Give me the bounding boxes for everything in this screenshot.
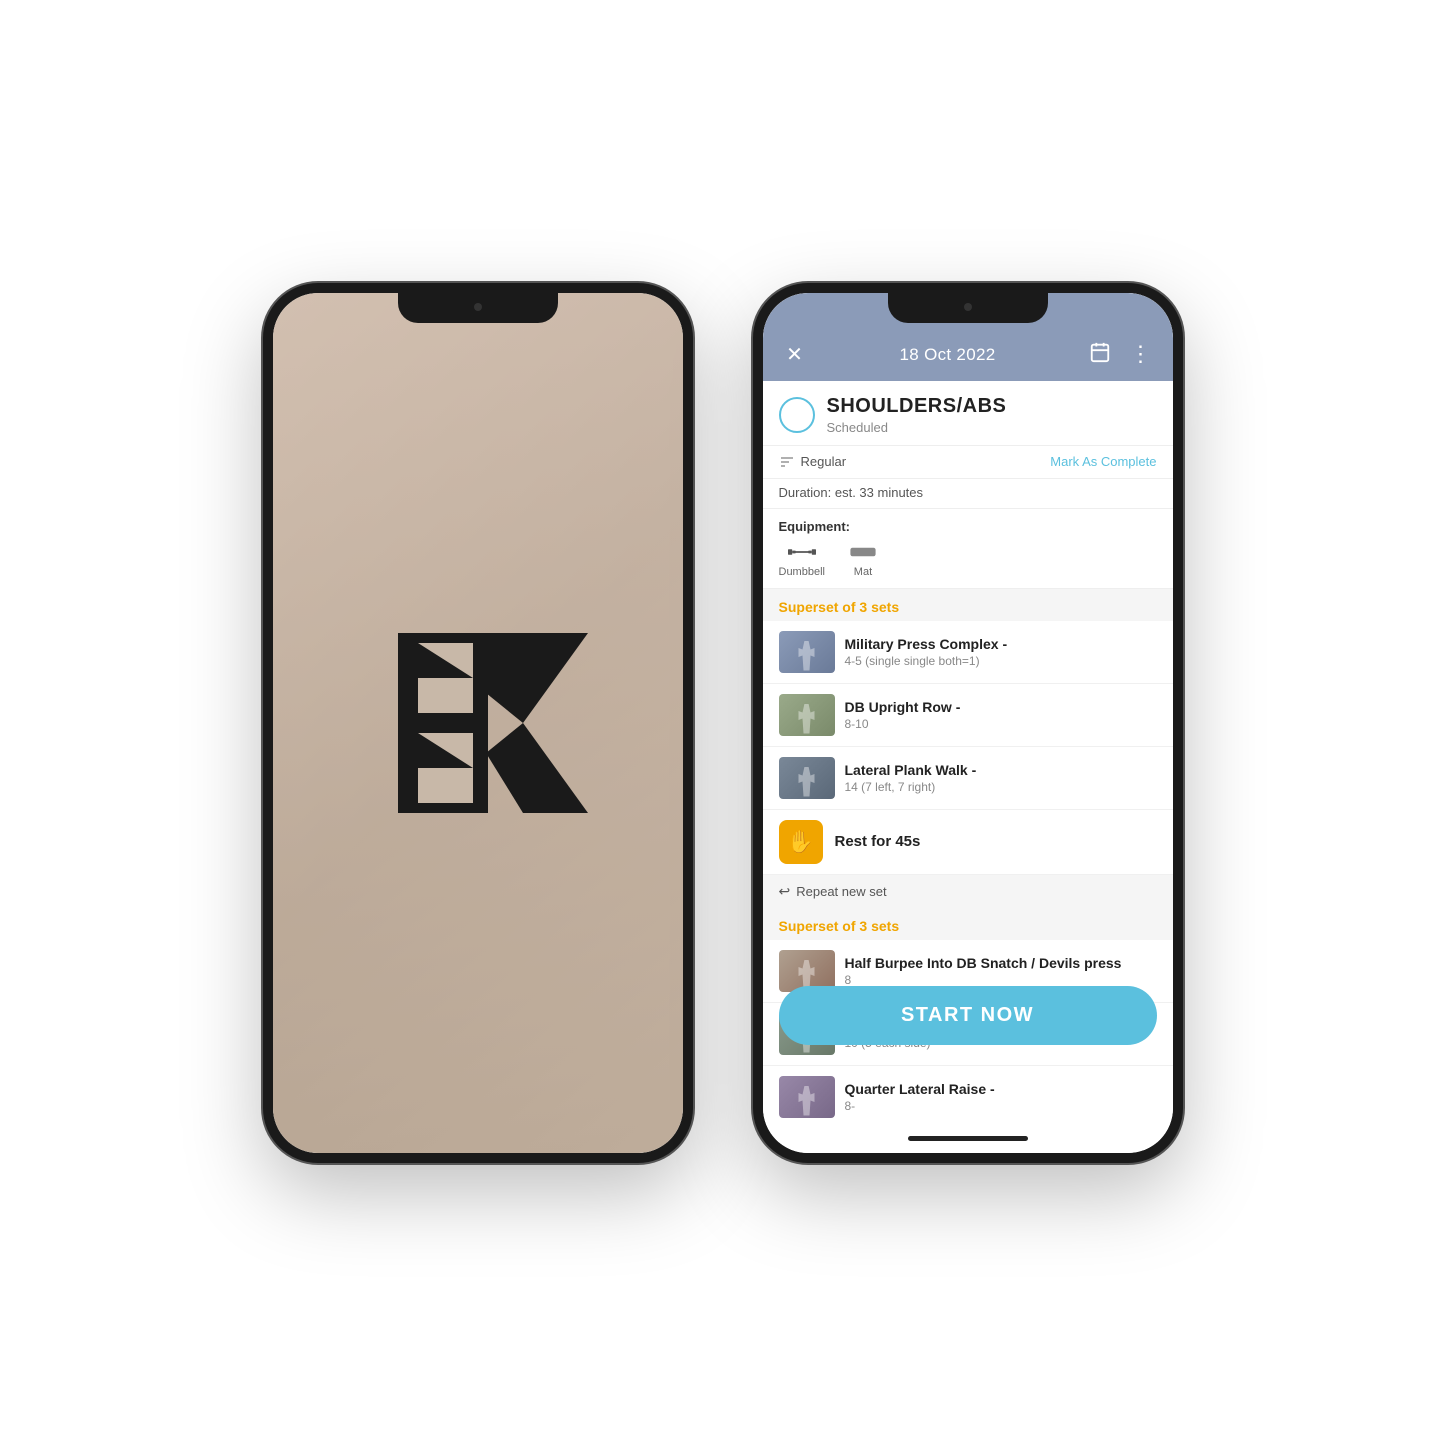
- hand-icon-1: ✋: [787, 829, 814, 855]
- dumbbell-label: Dumbbell: [779, 566, 825, 578]
- dumbbell-icon: [788, 542, 816, 562]
- exercise-4-detail: 8: [845, 973, 1157, 987]
- workout-content[interactable]: Superset of 3 sets Military Press Comple…: [763, 589, 1173, 1125]
- workout-header: SHOULDERS/ABS Scheduled: [763, 381, 1173, 446]
- left-phone: [263, 283, 693, 1163]
- rest-item-1: ✋ Rest for 45s: [763, 810, 1173, 875]
- equipment-section: Equipment: Dumbbell: [763, 509, 1173, 589]
- exercise-2-detail: 8-10: [845, 717, 1157, 731]
- repeat-row-1: ↩ Repeat new set: [763, 875, 1173, 908]
- equipment-label: Equipment:: [779, 519, 1157, 534]
- workout-type: Regular: [779, 454, 847, 470]
- rest-icon-box-1: ✋: [779, 820, 823, 864]
- k-logo: [368, 613, 588, 833]
- nav-date: 18 Oct 2022: [900, 345, 996, 365]
- workout-title: SHOULDERS/ABS: [827, 395, 1007, 418]
- exercise-6-info: Quarter Lateral Raise - 8-: [845, 1081, 1157, 1113]
- mark-complete-button[interactable]: Mark As Complete: [1050, 454, 1156, 469]
- exercise-1-name: Military Press Complex -: [845, 636, 1157, 652]
- exercise-6-thumbnail: [779, 1076, 835, 1118]
- exercise-3-detail: 14 (7 left, 7 right): [845, 780, 1157, 794]
- exercise-2-info: DB Upright Row - 8-10: [845, 699, 1157, 731]
- status-bar: [763, 293, 1173, 333]
- exercise-6-name: Quarter Lateral Raise -: [845, 1081, 1157, 1097]
- duration-text: Duration: est. 33 minutes: [779, 485, 924, 500]
- exercise-lateral-plank-walk[interactable]: Lateral Plank Walk - 14 (7 left, 7 right…: [763, 747, 1173, 810]
- exercise-2-name: DB Upright Row -: [845, 699, 1157, 715]
- exercise-db-upright-row[interactable]: DB Upright Row - 8-10: [763, 684, 1173, 747]
- exercise-6-detail: 8-: [845, 1099, 1157, 1113]
- top-navigation: ✕ 18 Oct 2022 ⋮: [763, 333, 1173, 381]
- equipment-dumbbell: Dumbbell: [779, 542, 825, 578]
- exercise-3-thumbnail: [779, 757, 835, 799]
- home-indicator: [908, 1136, 1028, 1141]
- info-row: Regular Mark As Complete: [763, 446, 1173, 479]
- right-phone: ✕ 18 Oct 2022 ⋮ SHOULDERS/ABS Sche: [753, 283, 1183, 1163]
- more-icon[interactable]: ⋮: [1124, 341, 1156, 369]
- mat-icon: [849, 542, 877, 562]
- repeat-icon-1: ↩: [779, 883, 791, 900]
- close-button[interactable]: ✕: [779, 342, 811, 367]
- exercise-quarter-lateral-raise[interactable]: Quarter Lateral Raise - 8-: [763, 1066, 1173, 1125]
- duration-row: Duration: est. 33 minutes: [763, 479, 1173, 509]
- superset-1-header: Superset of 3 sets: [763, 589, 1173, 621]
- equipment-list: Dumbbell Mat: [779, 542, 1157, 578]
- start-now-container: START NOW: [779, 986, 1157, 1045]
- sort-icon: [779, 454, 795, 470]
- exercise-2-thumbnail: [779, 694, 835, 736]
- start-now-button[interactable]: START NOW: [779, 986, 1157, 1045]
- exercise-4-name: Half Burpee Into DB Snatch / Devils pres…: [845, 955, 1157, 971]
- nav-actions: ⋮: [1084, 341, 1156, 369]
- exercise-4-info: Half Burpee Into DB Snatch / Devils pres…: [845, 955, 1157, 987]
- mat-label: Mat: [854, 566, 872, 578]
- workout-title-block: SHOULDERS/ABS Scheduled: [827, 395, 1007, 435]
- equipment-mat: Mat: [849, 542, 877, 578]
- exercise-3-info: Lateral Plank Walk - 14 (7 left, 7 right…: [845, 762, 1157, 794]
- rest-label-1: Rest for 45s: [835, 833, 921, 850]
- exercise-military-press[interactable]: Military Press Complex - 4-5 (single sin…: [763, 621, 1173, 684]
- repeat-text-1: Repeat new set: [796, 884, 886, 899]
- workout-circle-icon: [779, 397, 815, 433]
- workout-type-label: Regular: [801, 454, 847, 469]
- exercise-3-name: Lateral Plank Walk -: [845, 762, 1157, 778]
- calendar-icon[interactable]: [1084, 341, 1116, 369]
- home-bar: [763, 1125, 1173, 1153]
- exercise-1-thumbnail: [779, 631, 835, 673]
- exercise-1-detail: 4-5 (single single both=1): [845, 654, 1157, 668]
- workout-status: Scheduled: [827, 420, 1007, 435]
- superset-2-header: Superset of 3 sets: [763, 908, 1173, 940]
- exercise-1-info: Military Press Complex - 4-5 (single sin…: [845, 636, 1157, 668]
